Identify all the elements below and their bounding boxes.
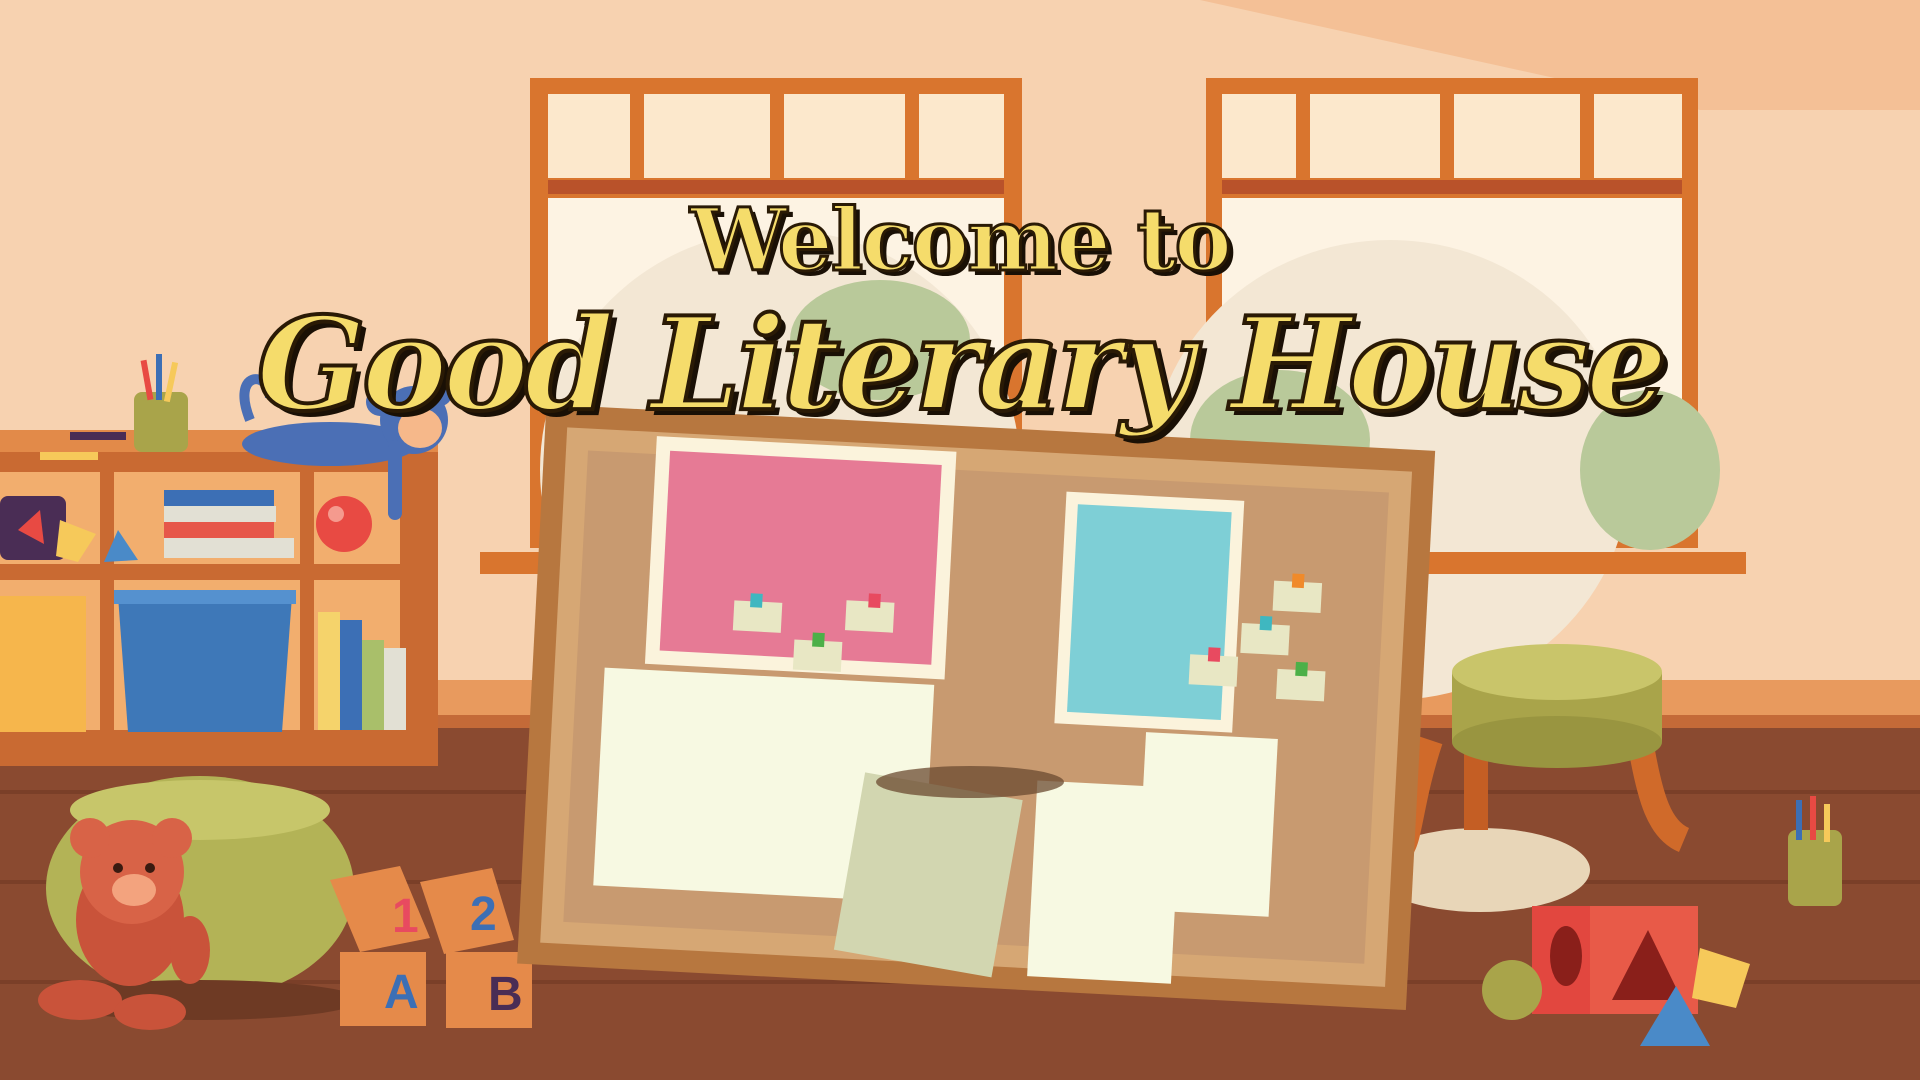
classroom-scene: 1 2 A B — [0, 0, 1920, 1080]
block-number-1: 1 — [392, 890, 419, 943]
bulletin-board — [517, 404, 1436, 1011]
block-letter-b: B — [488, 968, 523, 1021]
floating-shadow — [876, 766, 1064, 798]
block-letter-a: A — [384, 966, 419, 1019]
block-number-2: 2 — [470, 888, 497, 941]
